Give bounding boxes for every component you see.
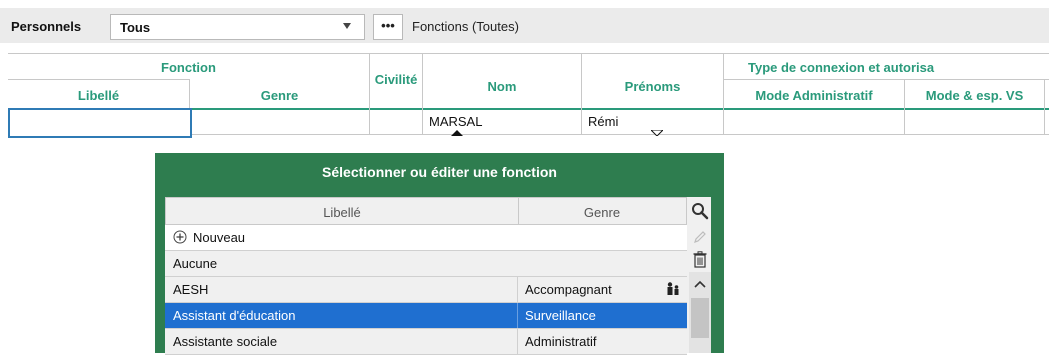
dialog-body: Libellé Genre Nouveau Aucune AESH Accomp… bbox=[165, 197, 711, 355]
people-icon bbox=[667, 282, 679, 295]
staff-select-value: Tous bbox=[120, 20, 151, 35]
list-item-genre: Surveillance bbox=[525, 308, 596, 323]
plus-circle-icon bbox=[173, 230, 187, 244]
list-header-libelle[interactable]: Libellé bbox=[166, 205, 518, 220]
sort-ascending-icon bbox=[451, 130, 463, 136]
new-function-label: Nouveau bbox=[193, 230, 246, 245]
header-nom[interactable]: Nom bbox=[423, 79, 581, 94]
list-item-genre: Accompagnant bbox=[525, 282, 612, 297]
sort-descending-icon bbox=[651, 130, 663, 136]
staff-select[interactable]: Tous bbox=[110, 14, 365, 40]
list-item-libelle: Aucune bbox=[173, 256, 218, 271]
more-options-button[interactable]: ••• bbox=[373, 14, 403, 40]
list-item-new[interactable]: Nouveau bbox=[165, 225, 687, 251]
chevron-up-icon[interactable] bbox=[693, 279, 707, 289]
scrollbar-thumb[interactable] bbox=[691, 298, 709, 338]
header-libelle[interactable]: Libellé bbox=[8, 88, 189, 103]
row-nom-cell[interactable]: MARSAL bbox=[429, 114, 482, 129]
trash-icon[interactable] bbox=[692, 251, 708, 268]
dialog-title: Sélectionner ou éditer une fonction bbox=[322, 164, 557, 180]
list-item-selected[interactable]: Assistant d'éducation Surveillance bbox=[165, 303, 687, 329]
header-mode-vs[interactable]: Mode & esp. VS bbox=[905, 88, 1044, 103]
staff-grid: Fonction Libellé Genre Civilité Nom Prén… bbox=[8, 53, 1049, 138]
edit-icon[interactable] bbox=[692, 229, 708, 245]
header-civilite[interactable]: Civilité bbox=[370, 72, 422, 87]
list-item-libelle: Assistante sociale bbox=[173, 334, 278, 349]
header-mode-administratif[interactable]: Mode Administratif bbox=[724, 88, 904, 103]
header-group-fonction: Fonction bbox=[161, 60, 216, 75]
function-filter-label[interactable]: Fonctions (Toutes) bbox=[412, 19, 519, 34]
list-header: Libellé Genre bbox=[165, 197, 687, 226]
function-dialog: Sélectionner ou éditer une fonction Libe… bbox=[155, 153, 724, 355]
personnels-label: Personnels bbox=[11, 19, 82, 34]
column-divider bbox=[517, 329, 518, 354]
column-divider bbox=[517, 303, 518, 328]
list-item[interactable]: Aucune bbox=[165, 251, 687, 277]
header-genre[interactable]: Genre bbox=[190, 88, 369, 103]
list-header-genre[interactable]: Genre bbox=[518, 205, 686, 220]
row-prenoms-cell[interactable]: Rémi bbox=[588, 114, 618, 129]
search-icon[interactable] bbox=[691, 202, 709, 220]
list-item[interactable]: AESH Accompagnant bbox=[165, 277, 687, 303]
list-item-genre: Administratif bbox=[525, 334, 597, 349]
header-group-connexion: Type de connexion et autorisa bbox=[748, 60, 935, 75]
list-item-libelle: AESH bbox=[173, 282, 209, 297]
header-prenoms[interactable]: Prénoms bbox=[582, 79, 723, 94]
list-item-libelle: Assistant d'éducation bbox=[173, 308, 296, 323]
row-libelle-cell[interactable] bbox=[8, 108, 192, 138]
list-item[interactable]: Assistante sociale Administratif bbox=[165, 329, 687, 355]
column-divider bbox=[517, 277, 518, 302]
chevron-down-icon bbox=[343, 23, 351, 29]
